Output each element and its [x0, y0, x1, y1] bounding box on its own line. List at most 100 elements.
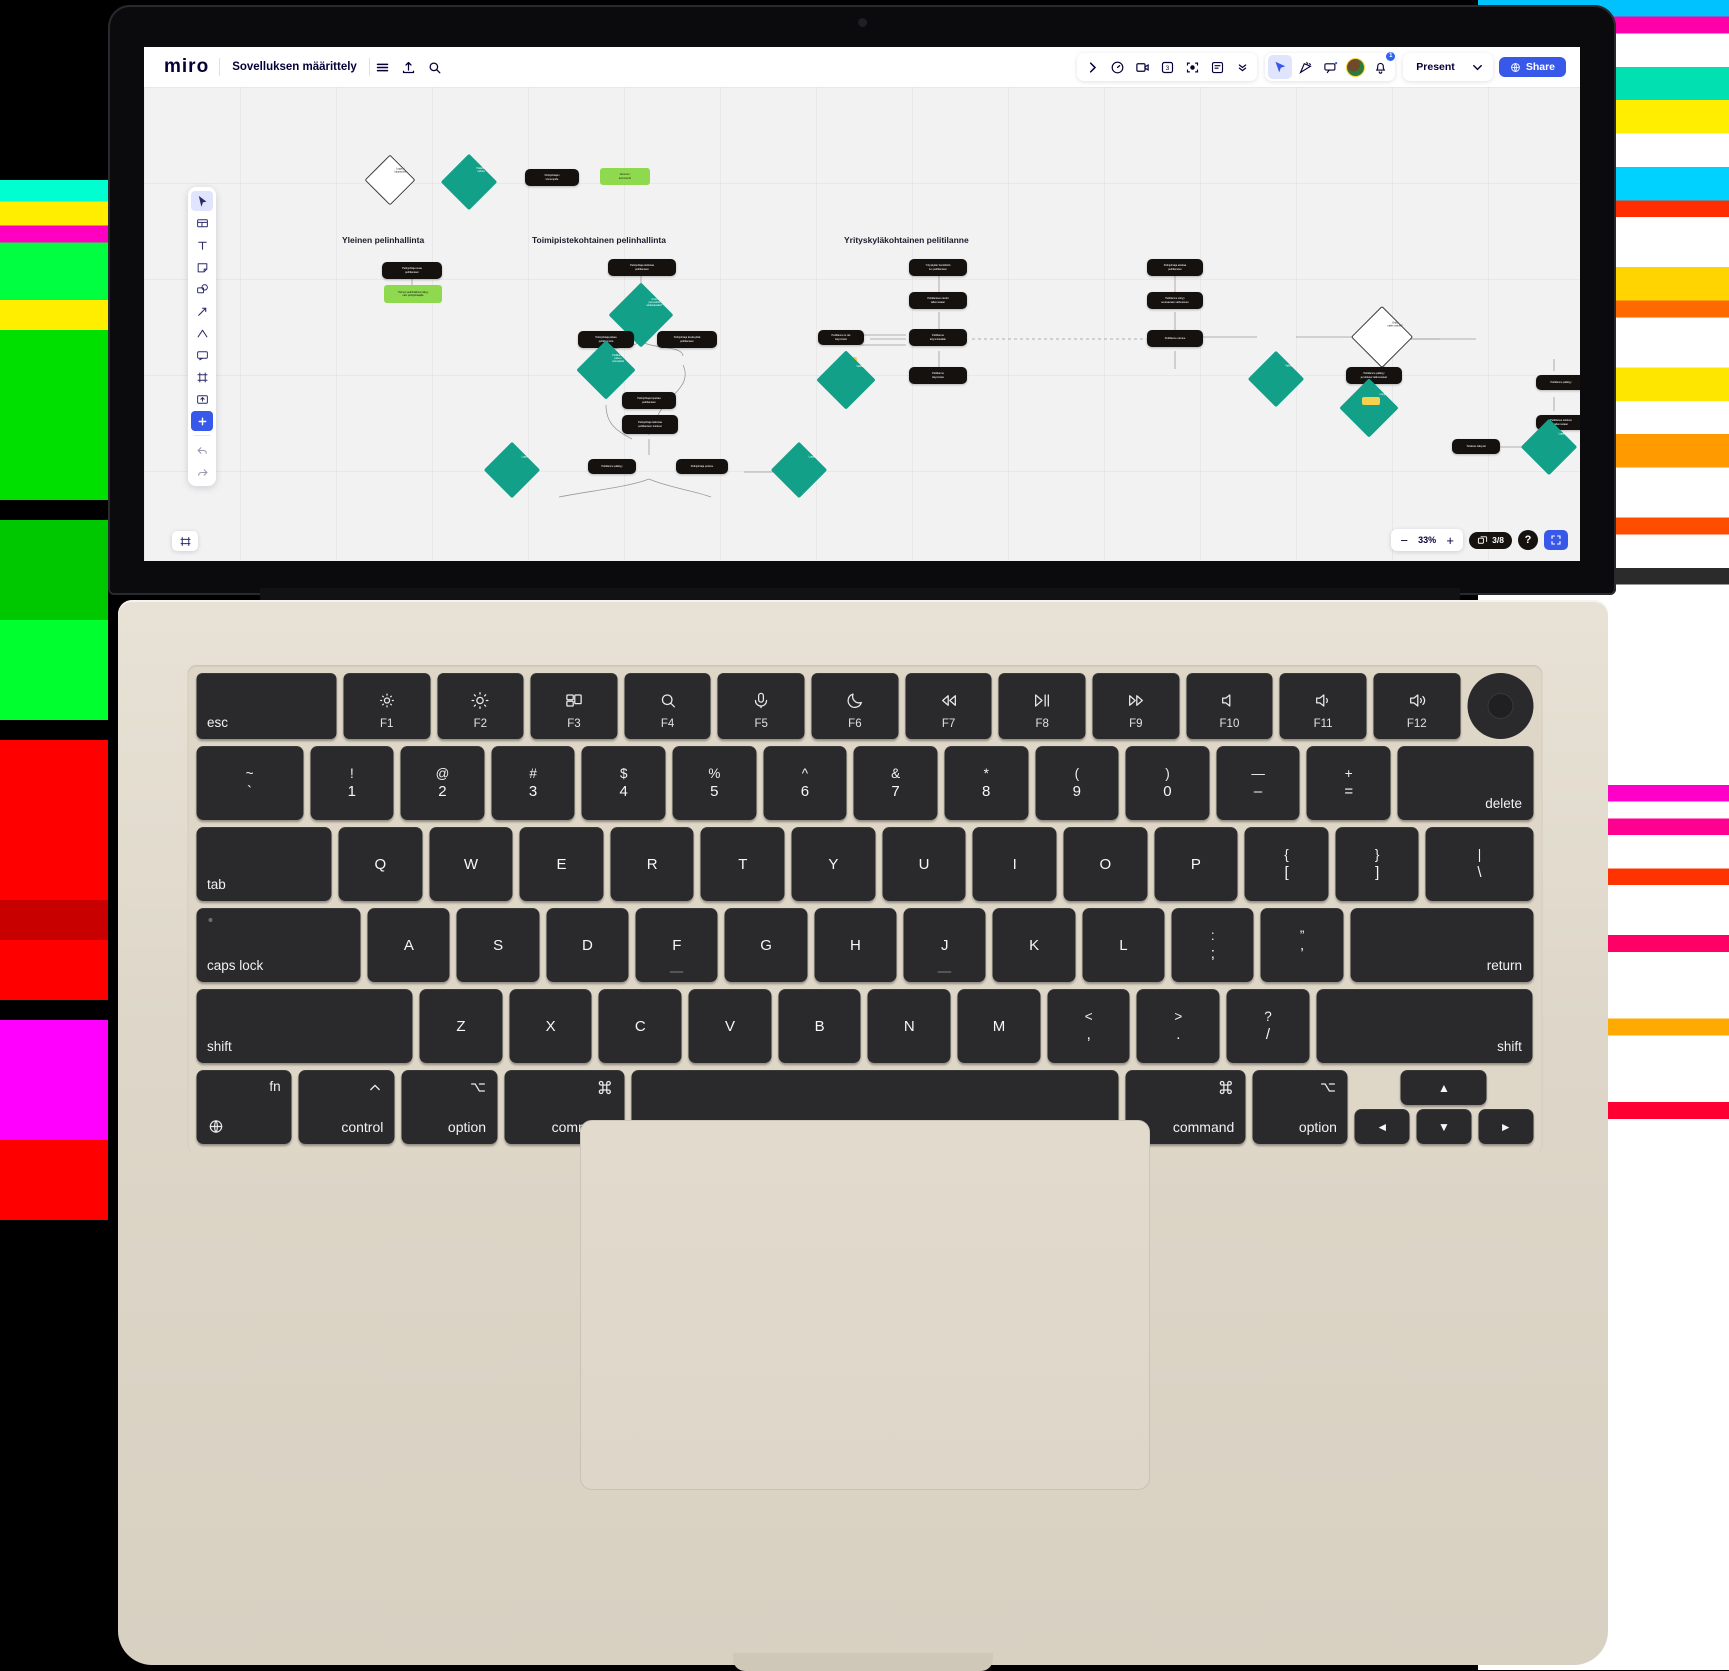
search-icon[interactable]: [422, 54, 448, 80]
key-a[interactable]: A: [367, 908, 450, 982]
key-esc[interactable]: esc: [196, 673, 337, 739]
focus-icon[interactable]: [1180, 55, 1204, 79]
key-f1[interactable]: F1: [343, 673, 430, 739]
arrow-right-key[interactable]: ►: [1478, 1109, 1533, 1144]
diagram-node[interactable]: Yrityskylän henkilöstö luo pelitilanteen: [909, 259, 967, 276]
key--[interactable]: <,: [1047, 989, 1130, 1063]
key-9[interactable]: (9: [1035, 746, 1119, 820]
key-m[interactable]: M: [957, 989, 1041, 1063]
diagram-note[interactable]: Yleinen pelinhallinta näkyy vain pelinjoh…: [384, 285, 442, 303]
key-c[interactable]: C: [598, 989, 682, 1063]
diagram-node[interactable]: Pelitilanne päättyy: [1536, 375, 1580, 390]
key-f4[interactable]: F4: [624, 673, 711, 739]
diagram-node[interactable]: Pelitilanne päättyy ja tulokset tallennet…: [1346, 367, 1402, 384]
key-shift[interactable]: shift: [196, 989, 413, 1063]
diagram-node[interactable]: Pelitilanne päättyy: [588, 459, 636, 474]
key--[interactable]: {[: [1244, 827, 1329, 901]
arrow-down-key[interactable]: ▼: [1416, 1109, 1472, 1144]
timer-icon[interactable]: [1105, 55, 1129, 79]
key-f10[interactable]: F10: [1186, 673, 1273, 739]
pen-tool[interactable]: [191, 323, 213, 343]
key-delete[interactable]: delete: [1397, 746, 1533, 820]
key-f9[interactable]: F9: [1092, 673, 1180, 739]
sticky-note-tool[interactable]: [191, 257, 213, 277]
key-p[interactable]: P: [1154, 827, 1238, 901]
zoom-value[interactable]: 33%: [1415, 535, 1439, 545]
diagram-node[interactable]: Pelitilanne käynnistetään: [909, 329, 967, 346]
key-r[interactable]: R: [610, 827, 694, 901]
key-2[interactable]: @2: [400, 746, 485, 820]
cursor-pointer-icon[interactable]: [1268, 55, 1293, 79]
connector-tool[interactable]: [191, 301, 213, 321]
key-y[interactable]: Y: [791, 827, 876, 901]
touch-id-power-button[interactable]: [1467, 673, 1534, 739]
more-apps-tool[interactable]: [191, 411, 213, 431]
undo-tool[interactable]: [191, 440, 213, 460]
share-button[interactable]: Share: [1498, 57, 1566, 77]
key-tab[interactable]: tab: [196, 827, 332, 901]
key-b[interactable]: B: [778, 989, 861, 1063]
upload-box-tool[interactable]: [191, 389, 213, 409]
comment-tool[interactable]: [191, 345, 213, 365]
chevron-down-icon[interactable]: [1466, 55, 1490, 79]
key--[interactable]: ? /: [1226, 989, 1310, 1063]
legend-process-node[interactable]: Pelinjohtajan toimenpide: [525, 169, 579, 186]
key-i[interactable]: I: [972, 827, 1057, 901]
miro-canvas[interactable]: Loppu / lopputulos Päätös / valinta Pelinj…: [144, 87, 1580, 561]
frames-panel-button[interactable]: [172, 531, 198, 551]
key-d[interactable]: D: [546, 908, 629, 982]
key-return[interactable]: return: [1350, 908, 1534, 982]
key-control[interactable]: control: [298, 1070, 395, 1144]
avatar[interactable]: [1343, 55, 1367, 79]
diagram-node[interactable]: Pelinjohtaja keskeyttää pelitilanteen: [657, 331, 717, 348]
arrow-up-key[interactable]: ▲: [1400, 1070, 1487, 1105]
templates-tool[interactable]: [191, 213, 213, 233]
key-option[interactable]: option: [401, 1070, 498, 1144]
key-j[interactable]: J: [903, 908, 986, 982]
key-option[interactable]: option: [1252, 1070, 1348, 1144]
key-3[interactable]: #3: [491, 746, 575, 820]
diagram-node[interactable]: Pelitilanne siirtyy seuraavaan vaiheeseen: [1147, 292, 1203, 309]
key-f12[interactable]: F12: [1373, 673, 1461, 739]
reactions-icon[interactable]: [1293, 55, 1317, 79]
key-4[interactable]: $4: [581, 746, 666, 820]
key-f2[interactable]: F2: [437, 673, 524, 739]
key-u[interactable]: U: [882, 827, 966, 901]
key-n[interactable]: N: [867, 989, 951, 1063]
key-f3[interactable]: F3: [530, 673, 618, 739]
chevron-right-icon[interactable]: [1080, 55, 1104, 79]
key-v[interactable]: V: [688, 989, 772, 1063]
key-8[interactable]: * 8: [944, 746, 1029, 820]
key-s[interactable]: S: [456, 908, 540, 982]
key--[interactable]: }]: [1335, 827, 1419, 901]
diagram-node[interactable]: Tulokset näkyvät: [1452, 439, 1500, 454]
key-shift[interactable]: shift: [1316, 989, 1533, 1063]
key--[interactable]: — –: [1216, 746, 1300, 820]
key-f11[interactable]: F11: [1279, 673, 1367, 739]
key-fn[interactable]: fn: [196, 1070, 292, 1144]
key-f6[interactable]: F6: [811, 673, 899, 739]
key-q[interactable]: Q: [338, 827, 423, 901]
diagram-node[interactable]: Pelinjohtaja aloittaa pelitilanteen: [1147, 259, 1203, 276]
key-caps-lock[interactable]: caps lock: [196, 908, 361, 982]
key-o[interactable]: O: [1063, 827, 1148, 901]
key-5[interactable]: % 5: [672, 746, 757, 820]
text-tool[interactable]: [191, 235, 213, 255]
notifications-icon[interactable]: 1: [1368, 52, 1396, 79]
key-f8[interactable]: F8: [998, 673, 1086, 739]
key-7[interactable]: & 7: [853, 746, 938, 820]
key--[interactable]: + =: [1306, 746, 1391, 820]
chevron-collapse-icon[interactable]: [1230, 55, 1254, 79]
fit-to-screen-button[interactable]: [1544, 530, 1568, 550]
diagram-node[interactable]: Pelinjohtaja avaa pelitilanteen: [382, 262, 442, 279]
key-6[interactable]: ^ 6: [763, 746, 847, 820]
zoom-in-button[interactable]: +: [1441, 531, 1459, 549]
key-z[interactable]: Z: [419, 989, 503, 1063]
apps-icon[interactable]: 3: [1155, 55, 1179, 79]
redo-tool[interactable]: [191, 462, 213, 482]
diagram-node[interactable]: Pelinjohtaja lopettaa pelitilanteen: [622, 392, 676, 409]
key-f[interactable]: F: [635, 908, 718, 982]
chat-icon[interactable]: [1318, 55, 1342, 79]
key-1[interactable]: ! 1: [310, 746, 394, 820]
key-f7[interactable]: F7: [905, 673, 992, 739]
